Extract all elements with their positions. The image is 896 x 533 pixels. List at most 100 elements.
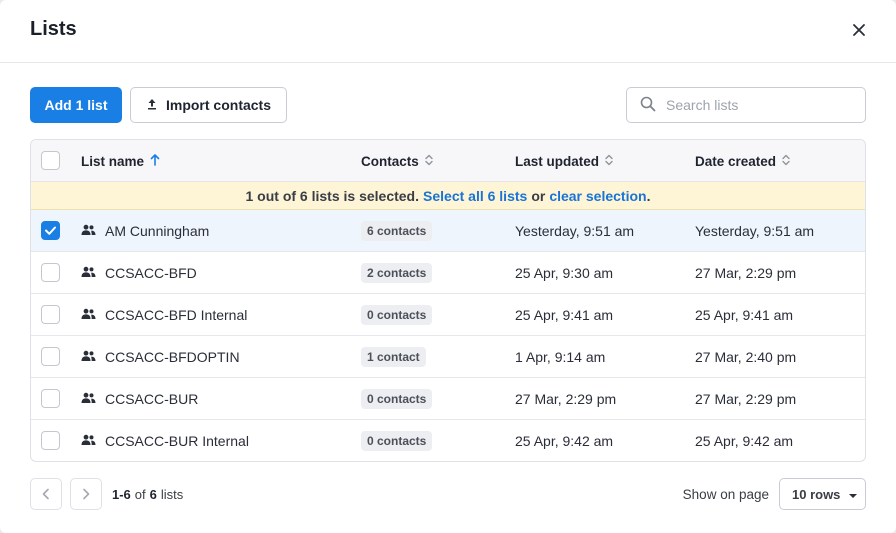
contacts-count-badge: 1 contact	[361, 347, 426, 367]
row-checkbox[interactable]	[41, 221, 60, 240]
list-name-cell[interactable]: CCSACC-BFD	[81, 252, 197, 294]
list-name-cell[interactable]: AM Cunningham	[81, 210, 209, 252]
people-icon	[81, 265, 96, 281]
chevron-left-icon	[42, 488, 49, 500]
list-name-cell[interactable]: CCSACC-BFDOPTIN	[81, 336, 240, 378]
select-all-checkbox[interactable]	[41, 151, 60, 170]
list-name: CCSACC-BUR	[105, 391, 199, 407]
lists-modal: Lists Add 1 list Import contacts List na…	[0, 0, 896, 533]
toolbar: Add 1 list Import contacts	[30, 87, 866, 123]
search-input[interactable]	[666, 97, 846, 113]
last-updated-cell: 25 Apr, 9:30 am	[515, 265, 614, 281]
add-list-button[interactable]: Add 1 list	[30, 87, 122, 123]
close-icon[interactable]	[850, 21, 868, 39]
next-page-button[interactable]	[70, 478, 102, 510]
column-last-updated-label: Last updated	[515, 153, 600, 169]
list-name: CCSACC-BUR Internal	[105, 433, 249, 449]
date-created-cell: 27 Mar, 2:29 pm	[695, 265, 797, 281]
contacts-count-badge: 0 contacts	[361, 431, 433, 451]
contacts-cell: 1 contact	[361, 336, 426, 378]
clear-selection-link[interactable]: clear selection	[549, 188, 646, 204]
search-icon	[640, 96, 656, 115]
last-updated-cell: 25 Apr, 9:41 am	[515, 307, 614, 323]
table-row[interactable]: AM Cunningham 6 contacts Yesterday, 9:51…	[31, 210, 865, 252]
import-contacts-label: Import contacts	[165, 97, 271, 113]
list-name: CCSACC-BFD	[105, 265, 197, 281]
contacts-cell: 0 contacts	[361, 294, 433, 336]
list-name: CCSACC-BFDOPTIN	[105, 349, 240, 365]
upload-icon	[146, 97, 158, 113]
people-icon	[81, 433, 96, 449]
date-created-cell: 25 Apr, 9:42 am	[695, 433, 794, 449]
pagination-range: 1-6	[112, 486, 131, 502]
date-created-cell: 25 Apr, 9:41 am	[695, 307, 794, 323]
lists-table: List name Contacts Last updated Date cre…	[30, 139, 866, 462]
select-all-link[interactable]: Select all 6 lists	[423, 188, 527, 204]
contacts-count-badge: 0 contacts	[361, 389, 433, 409]
column-date-created-label: Date created	[695, 153, 777, 169]
contacts-cell: 0 contacts	[361, 420, 433, 461]
table-row[interactable]: CCSACC-BUR 0 contacts 27 Mar, 2:29 pm 27…	[31, 378, 865, 420]
column-list-name-label: List name	[81, 153, 145, 169]
chevron-right-icon	[83, 488, 90, 500]
row-checkbox[interactable]	[41, 431, 60, 450]
contacts-cell: 2 contacts	[361, 252, 433, 294]
contacts-cell: 0 contacts	[361, 378, 433, 420]
column-list-name[interactable]: List name	[81, 140, 160, 182]
table-row[interactable]: CCSACC-BUR Internal 0 contacts 25 Apr, 9…	[31, 420, 865, 461]
list-name: CCSACC-BFD Internal	[105, 307, 248, 323]
caret-down-icon	[848, 487, 858, 502]
last-updated-cell: Yesterday, 9:51 am	[515, 223, 635, 239]
row-checkbox[interactable]	[41, 389, 60, 408]
table-header: List name Contacts Last updated Date cre…	[31, 140, 865, 182]
column-contacts[interactable]: Contacts	[361, 140, 433, 182]
table-row[interactable]: CCSACC-BFD Internal 0 contacts 25 Apr, 9…	[31, 294, 865, 336]
contacts-cell: 6 contacts	[361, 210, 433, 252]
last-updated-cell: 27 Mar, 2:29 pm	[515, 391, 617, 407]
row-checkbox[interactable]	[41, 305, 60, 324]
people-icon	[81, 307, 96, 323]
column-contacts-label: Contacts	[361, 153, 419, 169]
prev-page-button[interactable]	[30, 478, 62, 510]
pagination-of: of	[134, 486, 146, 502]
contacts-count-badge: 6 contacts	[361, 221, 433, 241]
column-last-updated[interactable]: Last updated	[515, 140, 613, 182]
list-name-cell[interactable]: CCSACC-BFD Internal	[81, 294, 247, 336]
banner-or: or	[531, 187, 546, 204]
people-icon	[81, 349, 96, 365]
rows-per-page-select[interactable]: 10 rows	[779, 478, 866, 510]
selection-status: 1 out of 6 lists is selected.	[245, 187, 420, 204]
people-icon	[81, 391, 96, 407]
date-created-cell: 27 Mar, 2:40 pm	[695, 349, 797, 365]
show-on-page-label: Show on page	[682, 486, 769, 502]
pagination-total: 6	[149, 486, 157, 502]
contacts-count-badge: 2 contacts	[361, 263, 433, 283]
column-date-created[interactable]: Date created	[695, 140, 790, 182]
checkmark-icon	[45, 226, 56, 235]
row-checkbox[interactable]	[41, 263, 60, 282]
sort-icon	[605, 154, 613, 169]
import-contacts-button[interactable]: Import contacts	[130, 87, 287, 123]
last-updated-cell: 1 Apr, 9:14 am	[515, 349, 606, 365]
last-updated-cell: 25 Apr, 9:42 am	[515, 433, 614, 449]
table-row[interactable]: CCSACC-BFDOPTIN 1 contact 1 Apr, 9:14 am…	[31, 336, 865, 378]
modal-title: Lists	[30, 18, 77, 40]
row-checkbox[interactable]	[41, 347, 60, 366]
people-icon	[81, 223, 96, 239]
pagination-unit: lists	[160, 486, 184, 502]
sort-ascending-icon	[150, 153, 160, 169]
modal-header: Lists	[0, 0, 896, 63]
pagination-footer: 1-6 of 6 lists Show on page 10 rows	[30, 478, 866, 510]
banner-period: .	[646, 187, 651, 204]
date-created-cell: Yesterday, 9:51 am	[695, 223, 815, 239]
contacts-count-badge: 0 contacts	[361, 305, 433, 325]
date-created-cell: 27 Mar, 2:29 pm	[695, 391, 797, 407]
table-row[interactable]: CCSACC-BFD 2 contacts 25 Apr, 9:30 am 27…	[31, 252, 865, 294]
selection-banner: 1 out of 6 lists is selected. Select all…	[31, 182, 865, 210]
rows-per-page-value: 10 rows	[792, 486, 841, 502]
sort-icon	[425, 154, 433, 169]
search-box	[626, 87, 866, 123]
table-body: AM Cunningham 6 contacts Yesterday, 9:51…	[31, 210, 865, 461]
list-name-cell[interactable]: CCSACC-BUR Internal	[81, 420, 249, 461]
list-name-cell[interactable]: CCSACC-BUR	[81, 378, 198, 420]
